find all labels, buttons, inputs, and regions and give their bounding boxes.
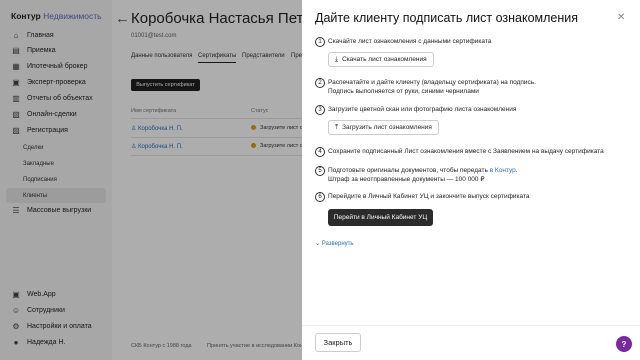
step-text: Подготовьте оригиналы документов, чтобы … — [328, 166, 518, 184]
step-text: Скачайте лист ознакомления с данными сер… — [328, 38, 492, 45]
chevron-down-icon: ⌄ — [315, 241, 322, 247]
close-button[interactable]: Закрыть — [315, 333, 361, 352]
close-icon[interactable]: ✕ — [617, 12, 625, 23]
step-text: Сохраните подписанный Лист ознакомления … — [328, 148, 604, 155]
button-label: Загрузить лист ознакомления — [342, 124, 432, 131]
step-text: Распечатайте и дайте клиенту (владельцу … — [328, 78, 536, 96]
upload-sheet-button[interactable]: ⤒ Загрузить лист ознакомления — [328, 120, 439, 135]
step-line: Подпись выполняется от руки, синими черн… — [328, 88, 479, 95]
step-number: 6 — [315, 192, 325, 202]
expand-link[interactable]: ⌄ Развернуть — [315, 240, 354, 247]
step-line: Подготовьте оригиналы документов, чтобы … — [328, 167, 490, 174]
help-button[interactable]: ? — [616, 336, 632, 352]
step-line: Распечатайте и дайте клиенту (владельцу … — [328, 79, 536, 86]
modal-overlay[interactable] — [0, 0, 302, 360]
panel-title: Дайте клиенту подписать лист ознакомлени… — [315, 11, 579, 25]
download-sheet-button[interactable]: ⤓ Скачать лист ознакомления — [328, 52, 434, 67]
button-label: Скачать лист ознакомления — [342, 56, 427, 63]
download-icon: ⤓ — [335, 55, 339, 63]
step-number: 1 — [315, 37, 325, 47]
step-text: Загрузите цветной скан или фотографию ли… — [328, 106, 517, 113]
step-number: 2 — [315, 78, 325, 88]
expand-label: Развернуть — [321, 241, 354, 247]
step-number: 3 — [315, 105, 325, 115]
panel-footer-divider — [302, 325, 640, 326]
kontur-link[interactable]: в Контур — [490, 167, 516, 174]
step-number: 4 — [315, 147, 325, 157]
upload-icon: ⤒ — [335, 123, 339, 131]
go-to-cabinet-button[interactable]: Перейти в Личный Кабинет УЦ — [328, 209, 433, 226]
step-line: . — [515, 167, 518, 174]
step-text: Перейдите в Личный Кабинет УЦ и закончит… — [328, 193, 530, 200]
step-number: 5 — [315, 166, 325, 176]
step-line: Штраф за неотправленные документы — 100 … — [328, 176, 485, 183]
